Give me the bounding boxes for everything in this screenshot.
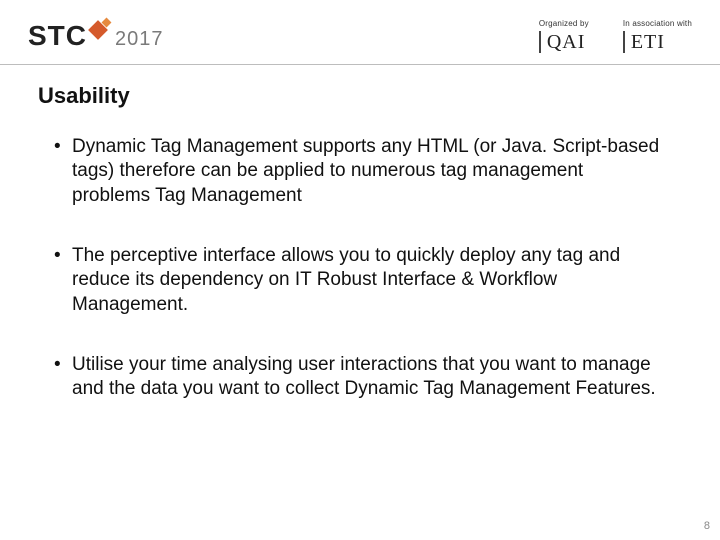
association-block: In association with ETI [623,19,692,54]
list-item: The perceptive interface allows you to q… [54,244,666,317]
vertical-bar-icon [539,31,541,53]
stc-logo: STC 2017 [28,20,164,52]
vertical-bar-icon [623,31,625,53]
bullet-list: Dynamic Tag Management supports any HTML… [54,135,666,402]
organized-by-brand: QAI [547,31,586,54]
page-number: 8 [704,520,710,532]
slide-title: Usability [38,83,666,109]
organized-by-label: Organized by [539,19,589,28]
slide-header: STC 2017 Organized by QAI In association… [0,0,720,64]
logo-year: 2017 [115,28,164,51]
list-item: Dynamic Tag Management supports any HTML… [54,135,666,208]
diamond-icon [89,17,111,39]
logo-text: STC [28,20,87,52]
association-label: In association with [623,19,692,28]
list-item: Utilise your time analysing user interac… [54,353,666,402]
organized-by-block: Organized by QAI [539,19,589,54]
header-right: Organized by QAI In association with ETI [539,19,692,54]
slide-content: Usability Dynamic Tag Management support… [0,65,720,402]
association-brand: ETI [631,31,665,54]
